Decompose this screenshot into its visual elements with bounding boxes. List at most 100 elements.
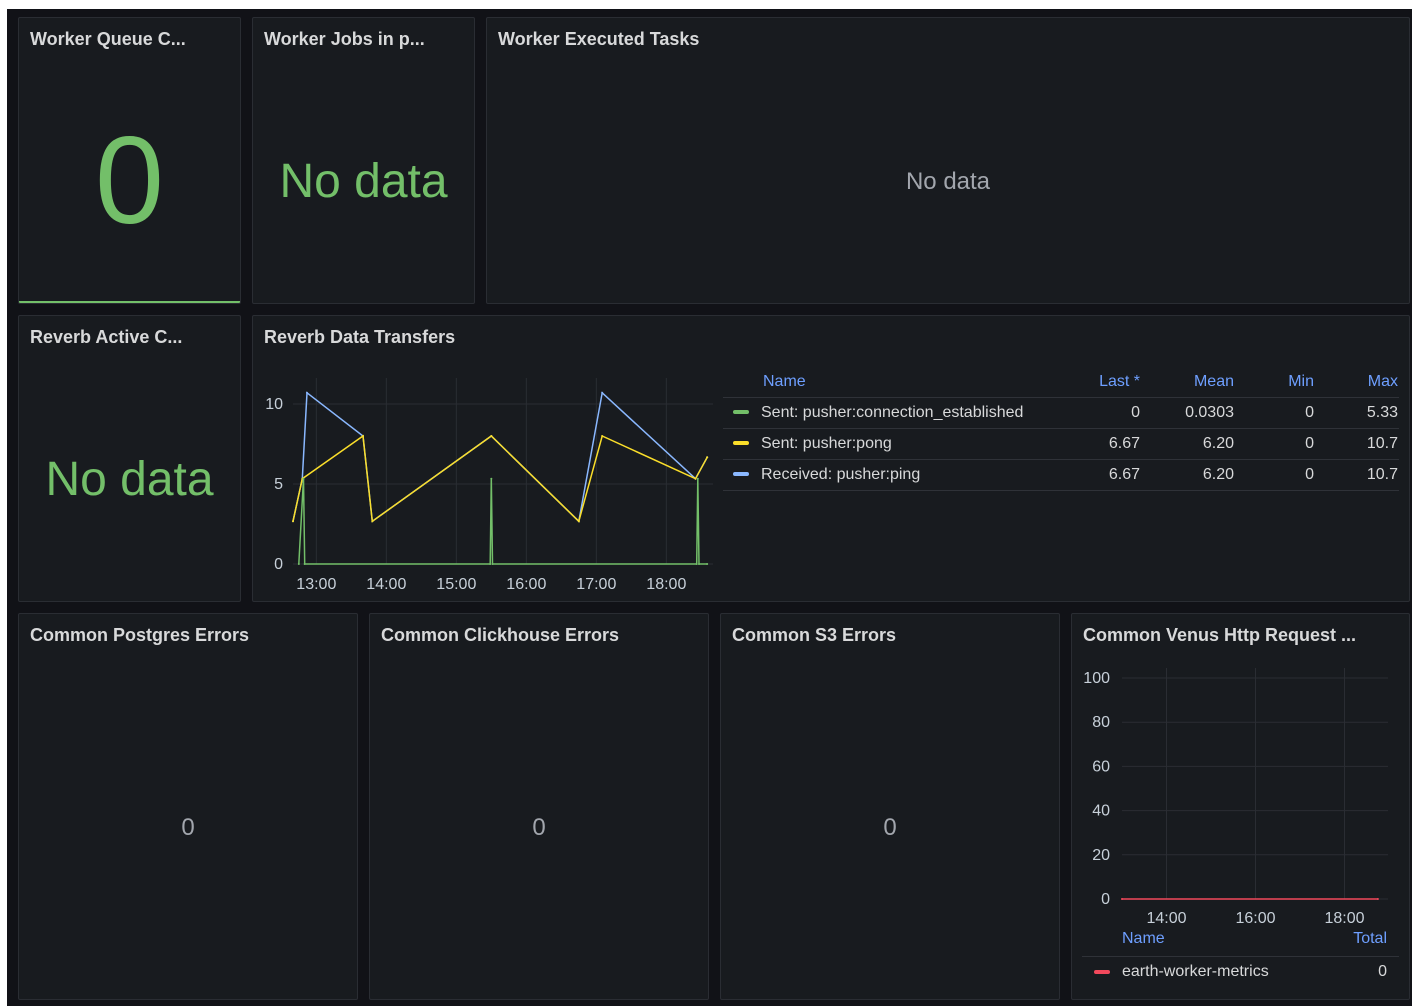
data-point: [696, 477, 699, 480]
legend-mean: 6.20: [1141, 427, 1235, 459]
reverb-legend-table: Name Last * Mean Min Max Sent: pusher:co…: [723, 367, 1399, 491]
legend-header-name[interactable]: Name: [723, 367, 1043, 397]
stat-value: 0: [883, 814, 897, 841]
data-point: [292, 520, 294, 523]
data-point: [706, 456, 709, 459]
data-point: [1121, 898, 1123, 900]
y-tick-label: 0: [274, 556, 283, 573]
legend-mean: 0.0303: [1141, 396, 1235, 428]
y-tick-label: 20: [1092, 847, 1110, 864]
data-point: [489, 563, 492, 565]
x-tick-label: 15:00: [436, 576, 476, 593]
legend-header-name[interactable]: Name: [1122, 930, 1165, 948]
x-tick-label: 13:00: [296, 576, 336, 593]
data-point: [371, 520, 374, 523]
legend-min: 0: [1235, 427, 1315, 459]
stat-no-data: No data: [279, 155, 448, 208]
panel-reverb-active[interactable]: Reverb Active C... No data: [18, 315, 241, 602]
legend-header-last[interactable]: Last *: [1043, 367, 1141, 397]
series-color-swatch: [733, 410, 749, 415]
panel-s3-errors[interactable]: Common S3 Errors 0: [720, 613, 1060, 1000]
legend-row[interactable]: Sent: pusher:pong 6.67 6.20 0 10.7: [723, 427, 1399, 459]
legend-min: 0: [1235, 396, 1315, 428]
stat-value: 0: [532, 814, 546, 841]
legend-divider: [1082, 956, 1399, 957]
y-tick-label: 80: [1092, 714, 1110, 731]
legend-row[interactable]: Received: pusher:ping 6.67 6.20 0 10.7: [723, 458, 1399, 491]
stat-value: 0: [181, 814, 195, 841]
series-name: Sent: pusher:connection_established: [761, 403, 1024, 421]
y-tick-label: 10: [265, 396, 283, 413]
legend-row[interactable]: Sent: pusher:connection_established 0 0.…: [723, 396, 1399, 428]
legend-last: 0: [1043, 396, 1141, 428]
x-tick-label: 14:00: [366, 576, 406, 593]
legend-header-min[interactable]: Min: [1235, 367, 1315, 397]
x-tick-label: 14:00: [1146, 910, 1186, 924]
y-tick-label: 100: [1083, 670, 1110, 687]
data-point: [694, 477, 697, 480]
data-point: [601, 435, 604, 437]
data-point: [601, 391, 604, 394]
top-edge: [0, 0, 1412, 9]
panel-title[interactable]: Worker Queue C...: [30, 29, 186, 50]
panel-title[interactable]: Common Clickhouse Errors: [381, 625, 619, 646]
data-point: [1376, 898, 1379, 900]
legend-row[interactable]: earth-worker-metrics 0: [1094, 961, 1387, 985]
legend-mean: 6.20: [1141, 458, 1235, 491]
reverb-transfers-chart[interactable]: 0 5 10 13:00 14:00 15:00 16:00 17:00 18:00: [253, 316, 723, 602]
no-data-message: No data: [905, 168, 991, 195]
y-tick-label: 60: [1092, 758, 1110, 775]
panel-reverb-transfers[interactable]: Reverb Data Transfers 0 5 10 13:00 14:00 15:0…: [252, 315, 1410, 602]
x-tick-label: 18:00: [646, 576, 686, 593]
legend-header-max[interactable]: Max: [1315, 367, 1399, 397]
sparkline-baseline: [19, 301, 240, 303]
series-line: [292, 391, 708, 523]
legend-total: 0: [1378, 963, 1387, 980]
panel-venus-http[interactable]: Common Venus Http Request ... 0 20 40 60 80 1…: [1071, 613, 1410, 1000]
panel-postgres-errors[interactable]: Common Postgres Errors 0: [18, 613, 358, 1000]
y-tick-label: 5: [274, 476, 283, 493]
legend-header-total[interactable]: Total: [1353, 930, 1387, 948]
stat-no-data: No data: [45, 453, 214, 506]
legend-min: 0: [1235, 458, 1315, 491]
legend-last: 6.67: [1043, 427, 1141, 459]
data-point: [303, 563, 306, 565]
data-point: [698, 563, 700, 565]
panel-worker-jobs[interactable]: Worker Jobs in p... No data: [252, 17, 475, 304]
panel-worker-executed[interactable]: Worker Executed Tasks No data: [486, 17, 1410, 304]
legend-max: 10.7: [1315, 458, 1399, 491]
data-point: [706, 563, 709, 565]
panel-title[interactable]: Worker Executed Tasks: [498, 29, 699, 50]
data-point: [490, 435, 493, 437]
legend-max: 5.33: [1315, 396, 1399, 428]
x-tick-label: 17:00: [576, 576, 616, 593]
data-point: [306, 391, 308, 394]
series-name: earth-worker-metrics: [1122, 963, 1269, 980]
legend-max: 10.7: [1315, 427, 1399, 459]
series-color-swatch: [733, 441, 749, 446]
series-name: Sent: pusher:pong: [761, 434, 892, 452]
panel-clickhouse-errors[interactable]: Common Clickhouse Errors 0: [369, 613, 709, 1000]
data-point: [302, 477, 305, 480]
series-name: Received: pusher:ping: [761, 465, 921, 483]
data-point: [490, 477, 493, 480]
data-point: [297, 563, 300, 565]
panel-title[interactable]: Common Postgres Errors: [30, 625, 249, 646]
left-edge: [0, 0, 7, 1006]
panel-title[interactable]: Common S3 Errors: [732, 625, 896, 646]
y-tick-label: 0: [1101, 891, 1110, 908]
x-tick-label: 16:00: [506, 576, 546, 593]
stat-value: 0: [95, 112, 164, 250]
data-point: [362, 435, 364, 437]
x-tick-label: 16:00: [1235, 910, 1275, 924]
legend-last: 6.67: [1043, 458, 1141, 491]
data-point: [577, 520, 580, 523]
legend-header-mean[interactable]: Mean: [1141, 367, 1235, 397]
panel-title[interactable]: Reverb Active C...: [30, 327, 182, 348]
y-tick-label: 40: [1092, 803, 1110, 820]
panel-title[interactable]: Worker Jobs in p...: [264, 29, 425, 50]
data-point: [695, 563, 698, 565]
data-point: [491, 563, 494, 565]
panel-worker-queue[interactable]: Worker Queue C... 0: [18, 17, 241, 304]
venus-http-chart[interactable]: 0 20 40 60 80 100 14:00 16:00 18:00: [1072, 614, 1410, 924]
